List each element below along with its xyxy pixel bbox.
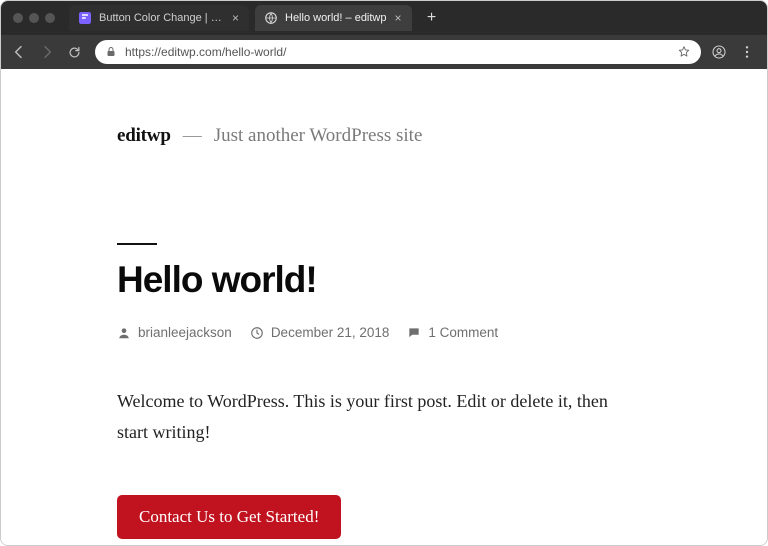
close-tab-icon[interactable]: ×: [395, 11, 402, 25]
tab-label: Hello world! – editwp: [285, 12, 387, 24]
site-tagline: Just another WordPress site: [214, 125, 423, 147]
post-date: December 21, 2018: [271, 325, 390, 340]
bookmark-star-icon[interactable]: [677, 45, 691, 59]
title-divider: [117, 243, 157, 245]
separator: —: [183, 125, 202, 147]
post-title: Hello world!: [117, 259, 641, 301]
person-icon: [117, 326, 131, 340]
clock-icon: [250, 326, 264, 340]
tab-active[interactable]: Hello world! – editwp ×: [255, 5, 412, 31]
page-content: editwp — Just another WordPress site Hel…: [1, 69, 641, 545]
lock-icon: [105, 46, 117, 58]
tab-inactive[interactable]: Button Color Change | Details ×: [69, 5, 249, 31]
post-content: Welcome to WordPress. This is your first…: [117, 386, 637, 447]
browser-window: Button Color Change | Details × Hello wo…: [0, 0, 768, 546]
window-close-dot[interactable]: [13, 13, 23, 23]
viewport: editwp — Just another WordPress site Hel…: [1, 69, 767, 545]
address-bar[interactable]: https://editwp.com/hello-world/: [95, 40, 701, 64]
meta-author[interactable]: brianleejackson: [117, 325, 232, 340]
favicon-icon: [265, 12, 277, 24]
profile-icon[interactable]: [711, 44, 729, 60]
tab-bar: Button Color Change | Details × Hello wo…: [1, 1, 767, 35]
comment-icon: [407, 326, 421, 340]
favicon-icon: [79, 12, 91, 24]
site-header: editwp — Just another WordPress site: [117, 125, 641, 147]
window-zoom-dot[interactable]: [45, 13, 55, 23]
back-button[interactable]: [11, 44, 29, 60]
reload-button[interactable]: [67, 45, 85, 60]
comments-count: 1 Comment: [428, 325, 498, 340]
close-tab-icon[interactable]: ×: [232, 11, 239, 25]
post-meta: brianleejackson December 21, 2018 1 Comm…: [117, 325, 641, 340]
menu-icon[interactable]: [739, 44, 757, 60]
author-name: brianleejackson: [138, 325, 232, 340]
forward-button[interactable]: [39, 44, 57, 60]
url-text: https://editwp.com/hello-world/: [125, 45, 669, 59]
contact-cta-button[interactable]: Contact Us to Get Started!: [117, 495, 341, 539]
toolbar: https://editwp.com/hello-world/: [1, 35, 767, 69]
window-minimize-dot[interactable]: [29, 13, 39, 23]
window-controls: [13, 13, 55, 23]
site-title[interactable]: editwp: [117, 125, 171, 147]
tab-label: Button Color Change | Details: [99, 12, 224, 24]
meta-date[interactable]: December 21, 2018: [250, 325, 390, 340]
new-tab-button[interactable]: +: [422, 9, 442, 27]
meta-comments[interactable]: 1 Comment: [407, 325, 498, 340]
scroll-area[interactable]: editwp — Just another WordPress site Hel…: [1, 69, 767, 545]
